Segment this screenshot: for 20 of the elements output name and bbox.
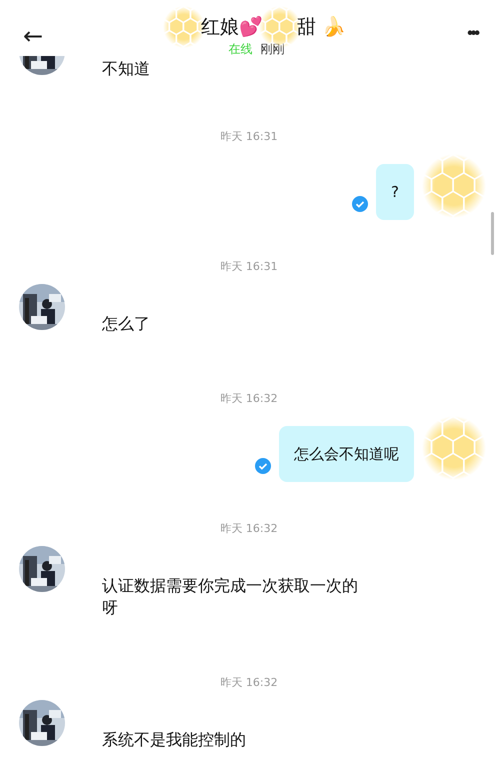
message-bubble: ? xyxy=(376,164,414,220)
last-seen: 刚刚 xyxy=(260,41,285,58)
back-button[interactable]: ← xyxy=(20,23,46,49)
chat-title: 红娘💕 xyxy=(201,15,264,40)
message-bubble: 怎么会不知道呢 xyxy=(279,426,414,482)
mosaic-blob xyxy=(422,416,486,480)
chat-title: 甜 🍌 xyxy=(297,15,346,40)
message-text: 认证数据需要你完成一次获取一次的呀 xyxy=(102,575,359,619)
timestamp: 昨天 16:32 xyxy=(220,391,278,407)
timestamp: 昨天 16:31 xyxy=(220,129,278,145)
timestamp: 昨天 16:31 xyxy=(220,259,278,275)
mosaic-blob xyxy=(422,154,486,218)
timestamp: 昨天 16:32 xyxy=(220,675,278,691)
message-text: 系统不是我能控制的 xyxy=(102,729,246,751)
more-button[interactable]: ••• xyxy=(467,25,478,43)
online-status: 在线 xyxy=(228,41,253,58)
message-text: 不知道 xyxy=(102,58,150,80)
message-text: 怎么了 xyxy=(102,313,150,335)
scrollbar[interactable] xyxy=(491,212,494,255)
timestamp: 昨天 16:32 xyxy=(220,521,278,537)
